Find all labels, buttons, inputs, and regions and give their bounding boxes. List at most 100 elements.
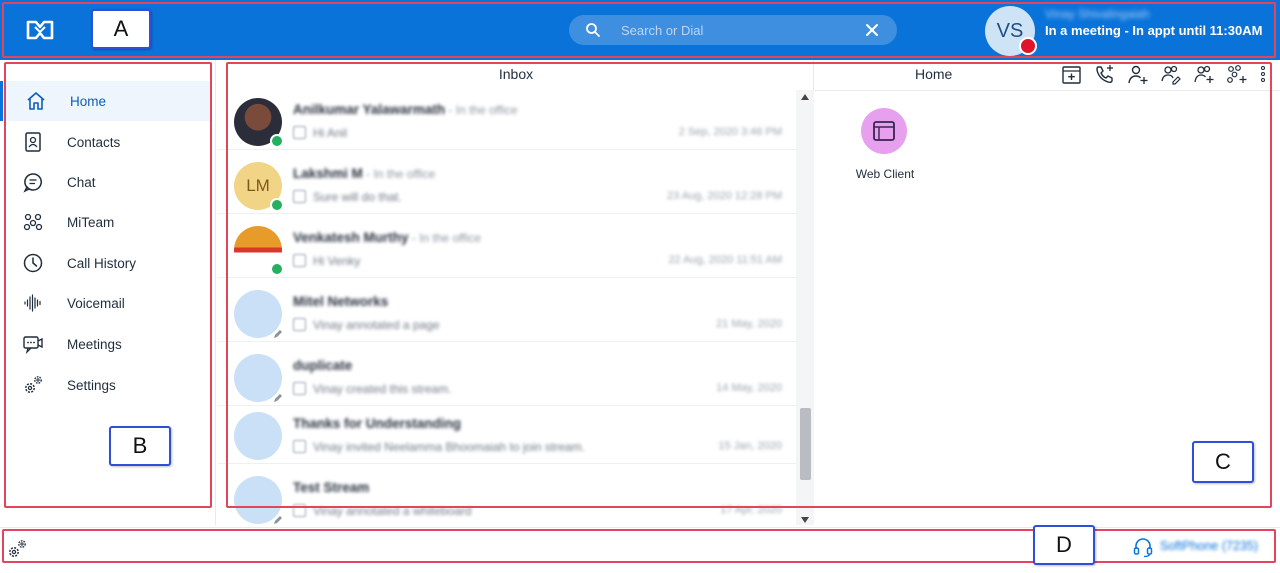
add-contact-icon[interactable] xyxy=(1126,63,1149,86)
clear-search-icon[interactable] xyxy=(865,23,879,37)
online-indicator xyxy=(270,262,284,276)
add-group-chat-icon[interactable] xyxy=(1159,63,1182,86)
message-icon xyxy=(293,504,306,517)
stream-avatar xyxy=(234,412,282,460)
inbox-title: Inbox xyxy=(498,66,534,82)
sidebar-item-label: Call History xyxy=(67,255,137,271)
conversation-date: 21 May, 2020 xyxy=(716,318,782,330)
pencil-icon xyxy=(274,516,282,524)
add-call-icon[interactable] xyxy=(1093,63,1116,86)
scroll-thumb[interactable] xyxy=(800,408,811,480)
callout-label-a: A xyxy=(91,9,151,49)
conversation-item[interactable]: Thanks for Understanding Vinay invited N… xyxy=(218,404,796,464)
conversation-name: Venkatesh Murthy - In the office xyxy=(293,230,482,245)
add-widget-icon[interactable] xyxy=(1060,63,1083,86)
search-input[interactable] xyxy=(621,15,851,45)
sidebar-item-label: MiTeam xyxy=(67,214,115,230)
sidebar-item-call-history[interactable]: Call History xyxy=(0,243,212,283)
conversation-date: 17 Apr, 2020 xyxy=(720,504,782,516)
sidebar-item-label: Home xyxy=(70,93,107,109)
message-icon xyxy=(293,126,306,139)
conversation-item[interactable]: Test Stream Vinay annotated a whiteboard… xyxy=(218,468,796,525)
conversation-item[interactable]: Mitel Networks Vinay annotated a page 21… xyxy=(218,282,796,342)
scroll-up-arrow-icon[interactable] xyxy=(801,94,809,100)
conversation-preview: Vinay annotated a whiteboard xyxy=(313,504,472,518)
gears-icon xyxy=(25,376,42,393)
app-tile-label: Web Client xyxy=(855,167,915,181)
sidebar-item-voicemail[interactable]: Voicemail xyxy=(0,283,212,323)
conversation-name: Mitel Networks xyxy=(293,294,389,309)
conversation-name: Anilkumar Yalawarmath - In the office xyxy=(293,102,518,117)
message-icon xyxy=(293,440,306,453)
user-status[interactable]: In a meeting - In appt until 11:30AM xyxy=(1045,23,1262,38)
add-team-icon[interactable] xyxy=(1225,63,1248,86)
home-icon xyxy=(27,92,45,110)
callout-label-c: C xyxy=(1192,441,1254,483)
app-tile-web-client[interactable]: Web Client xyxy=(845,106,925,186)
mitel-logo-icon[interactable] xyxy=(26,18,54,42)
sidebar-item-contacts[interactable]: Contacts xyxy=(0,122,212,162)
team-icon xyxy=(23,213,43,231)
sidebar-item-miteam[interactable]: MiTeam xyxy=(0,202,212,242)
conversation-name: Thanks for Understanding xyxy=(293,416,462,431)
sidebar-item-home[interactable]: Home xyxy=(0,81,212,121)
voicemail-wave-icon xyxy=(24,294,41,312)
conversation-preview: Vinay annotated a page xyxy=(313,318,440,332)
conversation-preview: Hi Anil xyxy=(313,126,348,140)
conversation-date: 2 Sep, 2020 3:46 PM xyxy=(678,126,782,138)
message-icon xyxy=(293,318,306,331)
gears-icon[interactable] xyxy=(6,538,28,560)
conversation-preview: Vinay created this stream. xyxy=(313,382,452,396)
conversation-item[interactable]: duplicate Vinay created this stream. 14 … xyxy=(218,346,796,406)
conversation-name: duplicate xyxy=(293,358,353,373)
add-user-icon[interactable] xyxy=(1192,63,1215,86)
presence-busy-indicator xyxy=(1019,37,1037,55)
conversation-date: 22 Aug, 2020 11:51 AM xyxy=(668,254,782,266)
message-icon xyxy=(293,254,306,267)
home-title: Home xyxy=(915,66,953,82)
sidebar-item-label: Meetings xyxy=(67,336,122,352)
sidebar: Home Contacts Chat MiTeam Call History V… xyxy=(0,60,216,562)
message-icon xyxy=(293,190,306,203)
sidebar-item-label: Chat xyxy=(67,174,96,190)
scroll-down-arrow-icon[interactable] xyxy=(801,517,809,523)
message-icon xyxy=(293,382,306,395)
sidebar-item-label: Contacts xyxy=(67,134,121,150)
online-indicator xyxy=(270,134,284,148)
home-divider xyxy=(815,90,1280,91)
conversation-preview: Sure will do that. xyxy=(313,190,402,204)
headset-icon[interactable] xyxy=(1132,536,1154,558)
search-bar xyxy=(569,15,897,45)
user-name: Vinay Shivalingaiah xyxy=(1045,7,1150,21)
inbox-panel: Inbox Anilkumar Yalawarmath - In the off… xyxy=(218,60,814,525)
conversation-list: Anilkumar Yalawarmath - In the office Hi… xyxy=(218,90,796,525)
inbox-scrollbar[interactable] xyxy=(796,90,814,525)
softphone-status[interactable]: SoftPhone (7235) xyxy=(1160,539,1258,553)
sidebar-item-chat[interactable]: Chat xyxy=(0,162,212,202)
pencil-icon xyxy=(274,330,282,338)
callout-label-d: D xyxy=(1033,525,1095,565)
sidebar-item-meetings[interactable]: Meetings xyxy=(0,324,212,364)
home-toolbar xyxy=(1060,63,1268,87)
pencil-icon xyxy=(274,394,282,402)
conversation-name: Test Stream xyxy=(293,480,370,495)
clock-icon xyxy=(23,253,43,273)
conversation-date: 23 Aug, 2020 12:28 PM xyxy=(667,190,782,202)
conversation-name: Lakshmi M - In the office xyxy=(293,166,436,181)
search-icon[interactable] xyxy=(585,22,601,38)
tile-icon-circle xyxy=(861,108,907,154)
conversation-item[interactable]: Anilkumar Yalawarmath - In the office Hi… xyxy=(218,90,796,150)
contacts-book-icon xyxy=(25,132,41,152)
sidebar-item-label: Voicemail xyxy=(67,295,125,311)
conversation-item[interactable]: LM Lakshmi M - In the office Sure will d… xyxy=(218,154,796,214)
online-indicator xyxy=(270,198,284,212)
more-vertical-icon[interactable] xyxy=(1258,63,1268,86)
sidebar-item-settings[interactable]: Settings xyxy=(0,365,212,405)
conversation-item[interactable]: Venkatesh Murthy - In the office Hi Venk… xyxy=(218,218,796,278)
top-bar: VS Vinay Shivalingaiah In a meeting - In… xyxy=(0,0,1280,60)
callout-label-b: B xyxy=(109,426,171,466)
conversation-preview: Hi Venky xyxy=(313,254,361,268)
conversation-date: 14 May, 2020 xyxy=(716,382,782,394)
conversation-preview: Vinay invited Neelamma Bhoomaiah to join… xyxy=(313,440,585,454)
app-window: VS Vinay Shivalingaiah In a meeting - In… xyxy=(0,0,1280,573)
